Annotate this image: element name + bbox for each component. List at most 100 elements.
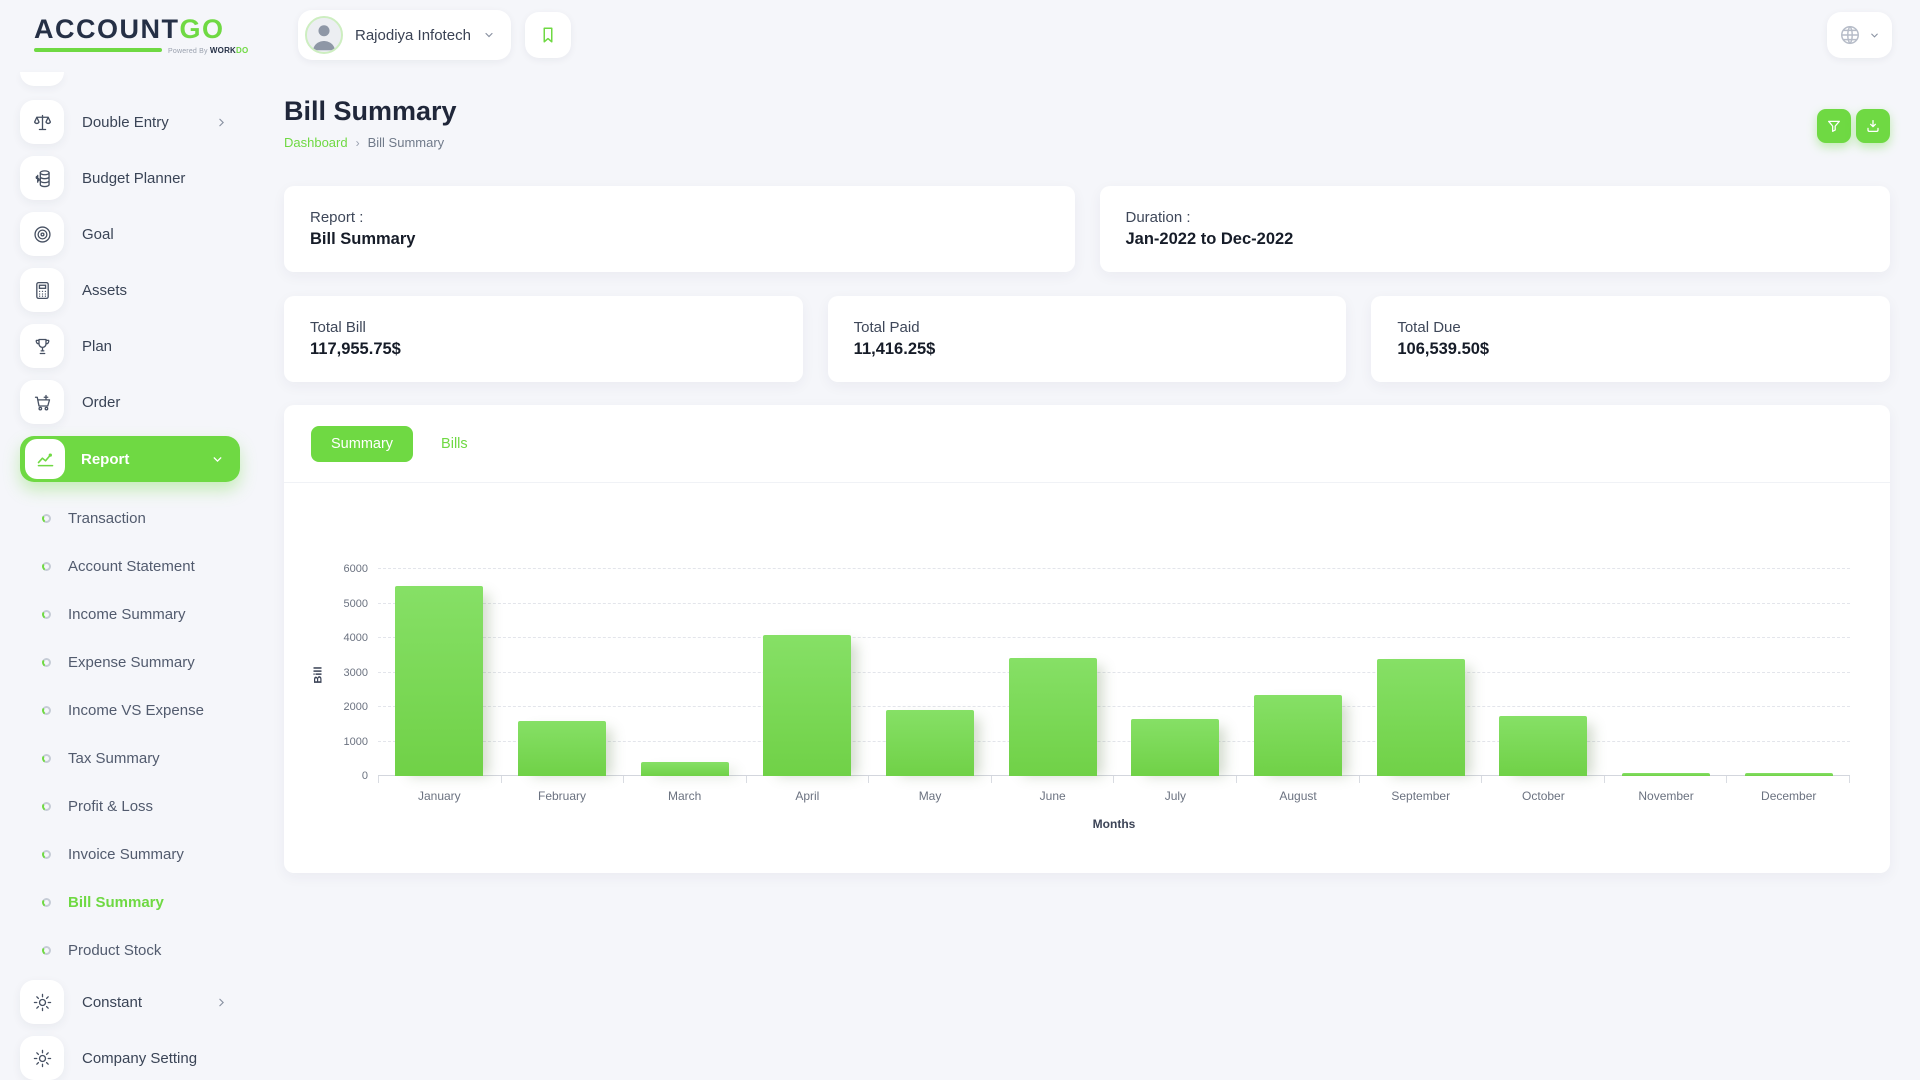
chart-bar[interactable]: [763, 635, 851, 776]
chevron-right-icon: [215, 116, 228, 129]
tab-summary[interactable]: Summary: [311, 426, 413, 462]
gear-icon: [20, 1036, 64, 1080]
breadcrumb-dashboard-link[interactable]: Dashboard: [284, 135, 348, 150]
sidebar-item-goal[interactable]: Goal: [20, 212, 256, 256]
download-button[interactable]: [1856, 109, 1890, 143]
chevron-down-icon: [483, 29, 495, 41]
x-axis-labels: JanuaryFebruaryMarchAprilMayJuneJulyAugu…: [378, 789, 1850, 803]
sidebar-item-constant[interactable]: Constant: [20, 980, 256, 1024]
gear-icon: [20, 980, 64, 1024]
sidebar-item-transaction[interactable]: Transaction: [20, 494, 256, 542]
tab-bills[interactable]: Bills: [441, 436, 468, 452]
chart-bar[interactable]: [1377, 659, 1465, 776]
bullet-icon: [42, 706, 51, 715]
y-axis-tick-label: 6000: [344, 563, 368, 575]
bar-cell: [746, 569, 869, 776]
y-axis-tick-label: 3000: [344, 667, 368, 679]
total-bill-card: Total Bill 117,955.75$: [284, 296, 803, 382]
sidebar-item-double-entry[interactable]: Double Entry: [20, 100, 256, 144]
bullet-icon: [42, 802, 51, 811]
coins-icon: [20, 156, 64, 200]
sidebar-item-tax-summary[interactable]: Tax Summary: [20, 734, 256, 782]
bullet-icon: [42, 610, 51, 619]
chart-bar[interactable]: [1131, 719, 1219, 776]
y-axis-tick-label: 4000: [344, 632, 368, 644]
x-tick: [1237, 776, 1360, 783]
chevron-down-icon: [211, 453, 224, 466]
y-axis-tick-label: 0: [362, 770, 368, 782]
chart-bar[interactable]: [1009, 658, 1097, 776]
month-label: March: [623, 789, 746, 803]
sidebar-item-label: Goal: [82, 226, 114, 243]
tab-bar: Summary Bills: [284, 405, 1890, 483]
bar-cell: [378, 569, 501, 776]
bullet-icon: [42, 562, 51, 571]
filter-button[interactable]: [1817, 109, 1851, 143]
sidebar-item-assets[interactable]: Assets: [20, 268, 256, 312]
sidebar-item-plan[interactable]: Plan: [20, 324, 256, 368]
company-name: Rajodiya Infotech: [355, 27, 471, 44]
report-info-card: Report : Bill Summary: [284, 186, 1075, 272]
report-value: Bill Summary: [310, 230, 1049, 249]
sidebar-item-profit-loss[interactable]: Profit & Loss: [20, 782, 256, 830]
sidebar-item-label: Company Setting: [82, 1050, 197, 1067]
x-tick: [1605, 776, 1728, 783]
chart-bar[interactable]: [886, 710, 974, 776]
bullet-icon: [42, 514, 51, 523]
sidebar-item-order[interactable]: Order: [20, 380, 256, 424]
trophy-icon: [20, 324, 64, 368]
y-axis-tick-label: 2000: [344, 701, 368, 713]
breadcrumb-current: Bill Summary: [368, 135, 445, 150]
sidebar-item-company-setting[interactable]: Company Setting: [20, 1036, 256, 1080]
bookmark-button[interactable]: [525, 12, 571, 58]
x-tick: [1114, 776, 1237, 783]
x-tick: [1727, 776, 1850, 783]
sidebar-item-income-vs-expense[interactable]: Income VS Expense: [20, 686, 256, 734]
chart-bar[interactable]: [641, 762, 729, 776]
bar-cell: [1605, 569, 1728, 776]
sidebar-item-label: Budget Planner: [82, 170, 185, 187]
company-selector[interactable]: Rajodiya Infotech: [298, 10, 511, 60]
main-content: Bill Summary Dashboard › Bill Summary Re…: [256, 70, 1920, 1080]
month-label: September: [1359, 789, 1482, 803]
sidebar-item-budget-planner[interactable]: Budget Planner: [20, 156, 256, 200]
sidebar-item-bill-summary[interactable]: Bill Summary: [20, 878, 256, 926]
sidebar-item-label: Double Entry: [82, 114, 169, 131]
sidebar-item-account-statement[interactable]: Account Statement: [20, 542, 256, 590]
month-label: April: [746, 789, 869, 803]
chart-bar[interactable]: [395, 586, 483, 776]
month-label: January: [378, 789, 501, 803]
sidebar-item-income-summary[interactable]: Income Summary: [20, 590, 256, 638]
sidebar-item-label: Assets: [82, 282, 127, 299]
duration-label: Duration :: [1126, 209, 1865, 226]
chart-bar[interactable]: [1622, 773, 1710, 776]
duration-info-card: Duration : Jan-2022 to Dec-2022: [1100, 186, 1891, 272]
chevron-right-icon: [215, 996, 228, 1009]
language-selector[interactable]: [1827, 12, 1892, 58]
chart-bar[interactable]: [1499, 716, 1587, 776]
month-label: May: [869, 789, 992, 803]
target-icon: [20, 212, 64, 256]
stat-label: Total Bill: [310, 319, 777, 336]
sidebar-item-invoice-summary[interactable]: Invoice Summary: [20, 830, 256, 878]
sidebar-item-product-stock[interactable]: Product Stock: [20, 926, 256, 974]
stat-value: 117,955.75$: [310, 340, 777, 359]
download-icon: [1865, 118, 1881, 134]
sidebar-item-report[interactable]: Report: [20, 436, 240, 482]
scale-icon: [20, 100, 64, 144]
filter-icon: [1826, 118, 1842, 134]
chart-bar[interactable]: [1745, 773, 1833, 776]
chart-bar[interactable]: [518, 721, 606, 776]
x-tick: [747, 776, 870, 783]
month-label: July: [1114, 789, 1237, 803]
chart-bar[interactable]: [1254, 695, 1342, 776]
bullet-icon: [42, 850, 51, 859]
app-logo[interactable]: ACCOUNTGO Powered By WORKDO: [34, 16, 262, 55]
bar-cell: [1114, 569, 1237, 776]
bar-cell: [1237, 569, 1360, 776]
y-axis-ticks: 0100020003000400050006000: [330, 569, 378, 776]
sidebar: Double Entry Budget Planner Goal Assets …: [0, 70, 256, 1080]
logo-powered-by: Powered By WORKDO: [168, 46, 248, 55]
stat-label: Total Due: [1397, 319, 1864, 336]
sidebar-item-expense-summary[interactable]: Expense Summary: [20, 638, 256, 686]
